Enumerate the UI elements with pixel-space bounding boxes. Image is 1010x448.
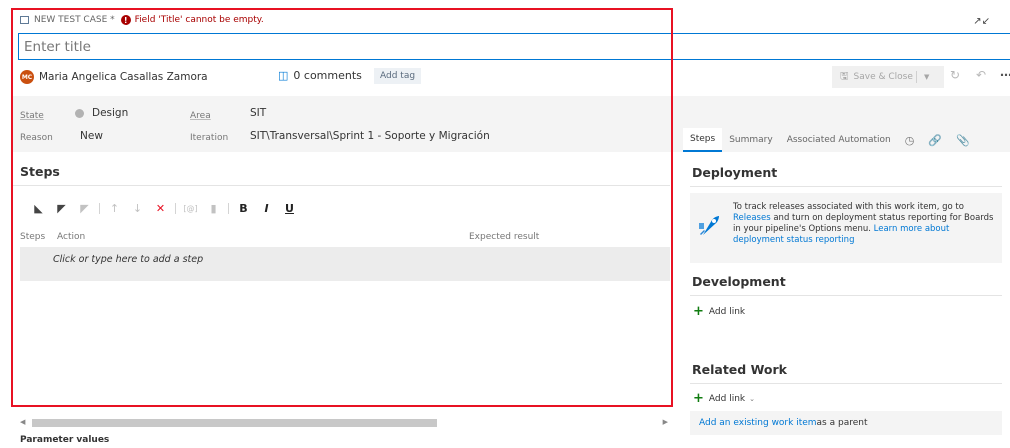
steps-toolbar: ◣ ◤ ◤ ↑ ↓ ✕ [@] ▮ B I U [27,200,301,216]
more-actions-icon[interactable]: ⋯ [1000,68,1010,82]
link-icon: 🔗 [928,133,943,147]
column-steps: Steps [20,232,46,242]
save-divider [916,71,917,83]
scrollbar-thumb[interactable] [32,419,437,427]
error-icon: ! [120,15,131,25]
state-dot-icon [75,108,84,118]
collapse-icon[interactable]: ↗↙ [973,16,990,27]
tab-history[interactable]: ◷ [898,128,922,152]
tab-steps[interactable]: Steps [683,128,723,152]
state-value: Design [92,107,129,119]
details-tabs: Steps Summary Associated Automation ◷ 🔗 … [683,128,977,152]
tab-summary[interactable]: Summary [722,128,780,152]
insert-parameter-icon[interactable]: [@] [179,204,202,213]
column-expected-result: Expected result [469,232,540,242]
move-down-icon[interactable]: ↓ [126,202,149,215]
deployment-rocket-icon [699,216,719,235]
related-work-add-link[interactable]: + Add link ⌄ [693,391,755,406]
tab-links[interactable]: 🔗 [921,128,949,152]
move-up-icon[interactable]: ↑ [103,202,126,215]
save-close-label: Save & Close [853,72,913,82]
bold-icon[interactable]: B [232,202,255,215]
attachment-icon[interactable]: ▮ [202,202,225,215]
add-step-row[interactable]: Click or type here to add a step [20,247,670,281]
development-add-link[interactable]: + Add link [693,304,745,319]
insert-shared-steps-icon[interactable]: ◤ [50,202,73,215]
assigned-to[interactable]: MC Maria Angelica Casallas Zamora [20,67,208,87]
comments-count: 0 comments [293,69,362,82]
plus-icon: + [693,391,704,406]
italic-icon[interactable]: I [255,202,278,215]
reason-label: Reason [20,133,53,143]
tab-attachments[interactable]: 📎 [949,128,977,152]
tab-associated-automation[interactable]: Associated Automation [780,128,898,152]
create-shared-steps-icon[interactable]: ◤ [73,202,96,215]
attachment-icon: 📎 [956,133,970,147]
work-item-type-label: NEW TEST CASE * [34,15,115,25]
scroll-left-icon[interactable]: ◀ [20,418,25,426]
save-icon: 🖫 [840,70,849,82]
column-action: Action [57,232,86,242]
toolbar-separator [99,202,100,214]
parameter-values-heading: Parameter values [20,435,110,445]
scroll-right-icon[interactable]: ▶ [663,418,668,426]
title-error-message: Field 'Title' cannot be empty. [134,15,264,25]
delete-step-icon[interactable]: ✕ [149,202,172,215]
deployment-divider [690,186,1002,187]
deployment-description: To track releases associated with this w… [733,202,994,245]
add-existing-work-item-link[interactable]: Add an existing work item [699,418,817,428]
reason-field[interactable]: New [80,130,103,142]
related-work-heading: Related Work [692,362,787,377]
work-item-header: NEW TEST CASE * ! Field 'Title' cannot b… [20,12,264,28]
related-work-divider [690,383,1002,384]
state-field[interactable]: Design [75,107,128,119]
releases-link[interactable]: Releases [733,213,771,223]
deployment-heading: Deployment [692,165,778,180]
save-close-button[interactable]: 🖫 Save & Close ▼ [832,66,944,88]
test-case-icon [20,16,29,24]
toolbar-separator [175,202,176,214]
add-tag-button[interactable]: Add tag [374,68,422,84]
steps-heading: Steps [20,164,60,179]
state-label: State [20,111,44,121]
plus-icon: + [693,304,704,319]
chevron-down-icon: ⌄ [749,394,755,403]
comments-link[interactable]: ◫ 0 comments [278,69,362,82]
iteration-label: Iteration [190,133,229,143]
chevron-down-icon[interactable]: ▼ [924,73,929,81]
development-heading: Development [692,274,786,289]
iteration-field[interactable]: SIT\Transversal\Sprint 1 - Soporte y Mig… [250,130,490,142]
insert-step-icon[interactable]: ◣ [27,202,50,215]
underline-icon[interactable]: U [278,202,301,215]
undo-icon[interactable]: ↶ [976,68,986,82]
horizontal-scrollbar[interactable]: ◀ ▶ [20,418,668,428]
area-field[interactable]: SIT [250,107,266,119]
area-label: Area [190,111,211,121]
title-input[interactable] [18,33,1010,60]
refresh-icon[interactable]: ↻ [950,68,960,82]
history-icon: ◷ [904,133,915,147]
avatar: MC [20,70,34,84]
steps-divider [13,185,670,186]
toolbar-separator [228,202,229,214]
assigned-user-name: Maria Angelica Casallas Zamora [39,71,208,83]
comment-icon: ◫ [278,69,289,82]
development-divider [690,295,1002,296]
add-parent-row: Add an existing work item as a parent [690,411,1002,435]
